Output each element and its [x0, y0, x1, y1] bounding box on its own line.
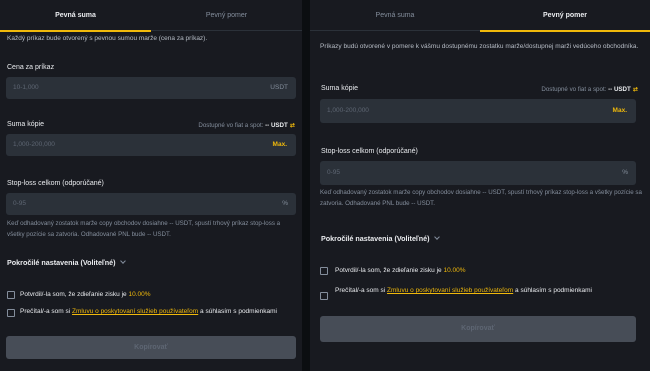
chevron-down-icon [119, 258, 126, 264]
terms-checkbox[interactable] [7, 309, 15, 317]
price-input[interactable]: 10-1,000 USDT [6, 77, 296, 99]
profit-share-percent: 10.00% [128, 291, 151, 298]
mode-description: Príkazy budú otvorené v pomere k vášmu d… [320, 43, 639, 50]
fixed-ratio-panel: Pevná suma Pevný pomer Príkazy budú otvo… [310, 0, 650, 371]
max-button[interactable]: Max. [273, 134, 287, 156]
terms-prefix: Prečítal/-a som si [335, 287, 386, 294]
mode-tabs: Pevná suma Pevný pomer [310, 0, 650, 32]
stoploss-unit: % [282, 200, 288, 207]
available-value: -- USDT [608, 86, 631, 93]
tab-fixed-ratio[interactable]: Pevný pomer [480, 0, 650, 32]
stoploss-label: Stop-loss celkom (odporúčané) [7, 180, 104, 187]
profit-share-text: Potvrdil/-la som, že zdieľanie zisku je … [20, 290, 151, 300]
terms-text: Prečítal/-a som si Zmluvu o poskytovaní … [335, 286, 635, 296]
terms-link[interactable]: Zmluvu o poskytovaní služieb používateľo… [387, 287, 513, 294]
stoploss-placeholder: 0-95 [327, 169, 341, 176]
profit-share-label: Potvrdil/-la som, že zdieľanie zisku je [335, 267, 442, 274]
terms-checkbox[interactable] [320, 292, 328, 300]
copy-button[interactable]: Kopírovať [320, 316, 636, 342]
stoploss-placeholder: 0-95 [13, 200, 27, 207]
stoploss-label: Stop-loss celkom (odporúčané) [321, 148, 418, 155]
chevron-down-icon [433, 234, 440, 240]
available-label: Dostupné vo fiat a spot: [541, 86, 607, 93]
advanced-settings-toggle[interactable]: Pokročilé nastavenia (Voliteľné) [7, 258, 126, 267]
terms-link[interactable]: Zmluvu o poskytovaní služieb používateľo… [72, 308, 198, 315]
fixed-amount-panel: Pevná suma Pevný pomer Každý príkaz bude… [0, 0, 302, 371]
stoploss-input[interactable]: 0-95 % [6, 193, 296, 215]
advanced-settings-toggle[interactable]: Pokročilé nastavenia (Voliteľné) [321, 234, 440, 243]
stoploss-unit: % [622, 169, 628, 176]
profit-share-label: Potvrdil/-la som, že zdieľanie zisku je [20, 291, 127, 298]
copy-amount-placeholder: 1,000-200,000 [327, 107, 369, 114]
mode-description: Každý príkaz bude otvorený s pevnou sumo… [7, 35, 208, 42]
copy-amount-label: Suma kópie [7, 121, 44, 128]
tab-fixed-amount[interactable]: Pevná suma [0, 0, 151, 32]
copy-amount-label: Suma kópie [321, 85, 358, 92]
terms-text: Prečítal/-a som si Zmluvu o poskytovaní … [20, 307, 290, 317]
available-label: Dostupné vo fiat a spot: [198, 122, 264, 129]
copy-trading-settings: Pevná suma Pevný pomer Každý príkaz bude… [0, 0, 650, 371]
terms-prefix: Prečítal/-a som si [20, 308, 71, 315]
tab-fixed-ratio[interactable]: Pevný pomer [151, 0, 302, 31]
price-label: Cena za príkaz [7, 64, 55, 71]
copy-amount-input[interactable]: 1,000-200,000 Max. [320, 99, 636, 123]
advanced-settings-label: Pokročilé nastavenia (Voliteľné) [321, 234, 430, 243]
copy-amount-placeholder: 1,000-200,000 [13, 141, 55, 148]
price-placeholder: 10-1,000 [13, 84, 39, 91]
profit-share-checkbox[interactable] [7, 291, 15, 299]
copy-button[interactable]: Kopírovať [6, 336, 296, 359]
stoploss-note: Keď odhadovaný zostatok marže copy obcho… [320, 189, 642, 207]
max-button[interactable]: Max. [613, 99, 627, 123]
stoploss-note: Keď odhadovaný zostatok marže copy obcho… [7, 220, 281, 238]
advanced-settings-label: Pokročilé nastavenia (Voliteľné) [7, 258, 116, 267]
panel-divider [302, 0, 310, 371]
terms-suffix: a súhlasím s podmienkami [515, 287, 592, 294]
copy-amount-input[interactable]: 1,000-200,000 Max. [6, 134, 296, 156]
available-balance: Dostupné vo fiat a spot: -- USDT ⇄ [198, 122, 295, 129]
mode-tabs: Pevná suma Pevný pomer [0, 0, 302, 32]
price-unit: USDT [270, 84, 288, 91]
stoploss-input[interactable]: 0-95 % [320, 161, 636, 185]
profit-share-text: Potvrdil/-la som, že zdieľanie zisku je … [335, 266, 466, 276]
swap-icon[interactable]: ⇄ [633, 86, 638, 93]
terms-suffix: a súhlasím s podmienkami [200, 308, 277, 315]
profit-share-percent: 10.00% [443, 267, 466, 274]
tab-fixed-amount[interactable]: Pevná suma [310, 0, 480, 31]
swap-icon[interactable]: ⇄ [290, 122, 295, 129]
available-value: -- USDT [265, 122, 288, 129]
available-balance: Dostupné vo fiat a spot: -- USDT ⇄ [541, 86, 638, 93]
profit-share-checkbox[interactable] [320, 267, 328, 275]
